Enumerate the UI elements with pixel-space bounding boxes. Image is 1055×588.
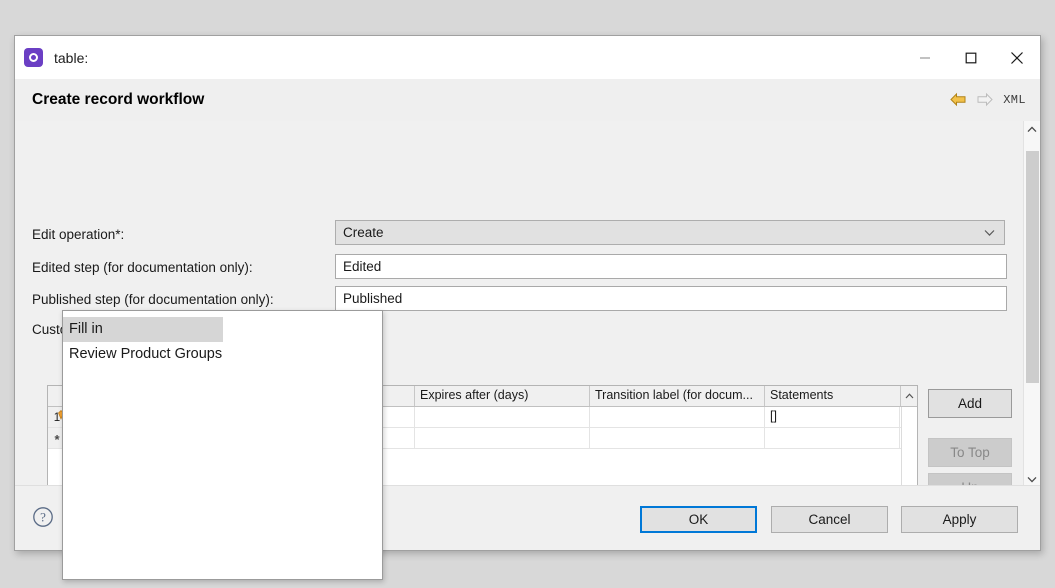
published-step-label-row: Published step (for documentation only): [32,288,274,310]
published-step-input[interactable]: Published [335,286,1007,311]
table-header-transition[interactable]: Transition label (for docum... [590,386,765,406]
edited-step-label: Edited step (for documentation only): [32,260,253,275]
new-transition-cell[interactable] [590,428,765,448]
maximize-icon[interactable] [948,36,994,79]
help-icon[interactable]: ? [32,506,54,528]
back-arrow-icon[interactable] [949,92,967,107]
published-step-value: Published [343,291,402,306]
add-button[interactable]: Add [928,389,1012,418]
forward-arrow-icon [976,92,994,107]
transition-cell[interactable] [590,407,765,427]
chevron-down-icon [984,229,995,236]
ok-button[interactable]: OK [640,506,757,533]
page-title: Create record workflow [32,91,204,109]
close-icon[interactable] [994,36,1040,79]
autocomplete-item-fill-in[interactable]: Fill in [63,317,223,342]
window-title: table: [54,50,88,66]
published-step-label: Published step (for documentation only): [32,292,274,307]
header-toolbar: XML [949,79,1026,120]
new-row-label: * [54,432,59,447]
cancel-button[interactable]: Cancel [771,506,888,533]
table-scrollbar[interactable] [901,407,917,488]
statements-cell[interactable]: [] [765,407,900,427]
edit-operation-label-row: Edit operation*: [32,223,124,245]
step-autocomplete-popup[interactable]: Fill in Review Product Groups [62,310,383,580]
dialog-body-scrollbar[interactable] [1023,121,1040,488]
minimize-icon[interactable] [902,36,948,79]
edit-operation-select[interactable]: Create [335,220,1005,245]
edited-step-label-row: Edited step (for documentation only): [32,256,253,278]
edit-operation-label: Edit operation*: [32,227,124,242]
new-statements-cell[interactable] [765,428,900,448]
expires-cell[interactable] [415,407,590,427]
scrollbar-thumb[interactable] [1026,151,1039,383]
svg-text:?: ? [40,510,46,525]
window-controls [902,36,1040,79]
apply-button[interactable]: Apply [901,506,1018,533]
chevron-down-icon [1027,476,1037,483]
chevron-up-icon [1027,126,1037,133]
to-top-button: To Top [928,438,1012,467]
edited-step-value: Edited [343,259,381,274]
chevron-up-icon [905,393,914,399]
autocomplete-item-review-product-groups[interactable]: Review Product Groups [63,342,382,367]
table-scroll-up-button[interactable] [900,386,917,406]
table-header-statements[interactable]: Statements [765,386,900,406]
xml-toggle-label[interactable]: XML [1003,93,1026,107]
dialog-header: Create record workflow XML [15,79,1040,121]
table-header-expires[interactable]: Expires after (days) [415,386,590,406]
app-logo-icon [24,48,43,67]
new-expires-cell[interactable] [415,428,590,448]
edit-operation-value: Create [343,225,384,240]
window-titlebar: table: [15,36,1040,79]
table-action-buttons: Add To Top Up Down To Bottom [928,389,1012,488]
scroll-up-button[interactable] [1024,121,1040,138]
edited-step-input[interactable]: Edited [335,254,1007,279]
